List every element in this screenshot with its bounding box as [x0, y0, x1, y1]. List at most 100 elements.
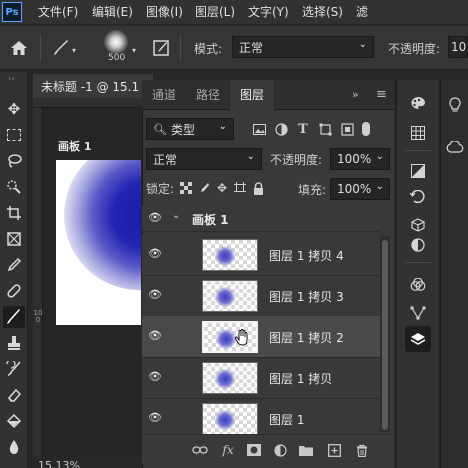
layer-row[interactable]: 👁︎ 图层 1 拷贝 4	[142, 234, 380, 276]
adjustment-filter-icon[interactable]	[272, 120, 290, 138]
layers-icon[interactable]	[405, 326, 431, 352]
lock-all-icon[interactable]	[250, 179, 266, 197]
chevron-down-icon[interactable]: ▾	[72, 46, 76, 55]
history-brush-tool-icon[interactable]	[3, 358, 25, 380]
properties-icon[interactable]	[405, 232, 431, 258]
artboard-label[interactable]: 画板 1	[58, 138, 91, 154]
document-tab[interactable]: 未标题 -1 @ 15.1	[33, 74, 153, 98]
layer-row[interactable]: 👁︎ 图层 1 拷贝	[142, 357, 380, 399]
lock-position-icon[interactable]: ✥	[214, 179, 230, 197]
smart-object-filter-icon[interactable]	[338, 120, 356, 138]
menu-file[interactable]: 文件(F)	[38, 0, 78, 24]
pixel-filter-icon[interactable]	[250, 120, 268, 138]
type-filter-icon[interactable]: T	[294, 120, 312, 138]
new-group-folder-icon[interactable]	[296, 441, 316, 459]
artboard-nesting-icon[interactable]	[232, 179, 248, 197]
menu-edit[interactable]: 编辑(E)	[92, 0, 133, 24]
layer-filter-select[interactable]: 🔍︎ 类型 ⌄	[146, 118, 234, 140]
menu-select[interactable]: 选择(S)	[302, 0, 343, 24]
creative-cloud-icon[interactable]	[442, 134, 468, 160]
artboard-group-row[interactable]: 👁︎ ⌄ 画板 1	[142, 206, 380, 232]
eyedropper-tool-icon[interactable]	[3, 254, 25, 276]
layer-name[interactable]: 图层 1	[269, 411, 304, 428]
layer-name[interactable]: 图层 1 拷贝 4	[269, 247, 344, 264]
menu-type[interactable]: 文字(Y)	[248, 0, 289, 24]
document-title: 未标题 -1 @ 15.1	[41, 79, 140, 94]
channels-icon[interactable]	[405, 272, 431, 298]
lightbulb-icon[interactable]	[442, 92, 468, 118]
layer-name[interactable]: 图层 1 拷贝 2	[269, 329, 344, 346]
frame-tool-icon[interactable]	[3, 228, 25, 250]
panel-collapse-button[interactable]: »	[352, 80, 359, 110]
tab-paths[interactable]: 路径	[186, 80, 230, 110]
marquee-tool-icon[interactable]	[3, 124, 25, 146]
layer-name[interactable]: 图层 1 拷贝	[269, 370, 332, 387]
layers-list: 👁︎ 图层 1 拷贝 4 👁︎ 图层 1 拷贝 3 👁︎ 图层 1 拷贝 2 👁…	[142, 234, 380, 440]
layer-blend-mode-select[interactable]: 正常 ⌄	[146, 148, 262, 170]
brush-settings-icon[interactable]	[150, 37, 172, 59]
home-icon[interactable]	[8, 37, 30, 59]
paths-icon[interactable]	[405, 300, 431, 326]
crop-tool-icon[interactable]	[3, 202, 25, 224]
menu-image[interactable]: 图像(I)	[146, 0, 183, 24]
menu-filter[interactable]: 滤	[356, 0, 368, 24]
blur-tool-icon[interactable]	[3, 436, 25, 458]
shape-filter-icon[interactable]	[316, 120, 334, 138]
link-layers-icon[interactable]	[190, 441, 210, 459]
layer-opacity-input[interactable]: 100% ⌄	[330, 148, 390, 170]
move-tool-icon[interactable]: ✥	[3, 98, 25, 120]
layer-row[interactable]: 👁︎ 图层 1 拷贝 3	[142, 275, 380, 317]
opacity-label: 不透明度:	[388, 42, 441, 56]
swatches-grid-icon[interactable]	[405, 120, 431, 146]
visibility-eye-icon[interactable]: 👁︎	[148, 411, 162, 425]
toolbar-collapse-icon[interactable]: ››	[8, 74, 14, 83]
brush-preset-preview[interactable]	[104, 30, 128, 54]
opacity-input[interactable]: 10	[448, 36, 468, 58]
visibility-eye-icon[interactable]: 👁︎	[148, 329, 162, 343]
delete-layer-icon[interactable]	[352, 441, 372, 459]
layers-panel-footer: fx	[142, 434, 394, 464]
tab-layers[interactable]: 图层	[230, 80, 274, 110]
filter-toggle[interactable]	[362, 122, 370, 136]
brush-tool-icon[interactable]	[3, 306, 25, 328]
visibility-eye-icon[interactable]: 👁︎	[148, 211, 162, 225]
adjustments-icon[interactable]	[405, 158, 431, 184]
fill-value: 100%	[337, 182, 372, 196]
eraser-tool-icon[interactable]	[3, 384, 25, 406]
history-icon[interactable]	[405, 184, 431, 210]
color-palette-icon[interactable]	[405, 90, 431, 116]
lock-transparent-pixels-icon[interactable]	[178, 179, 194, 197]
menu-bar: Ps 文件(F) 编辑(E) 图像(I) 图层(L) 文字(Y) 选择(S) 滤	[0, 0, 468, 24]
clone-stamp-tool-icon[interactable]	[3, 332, 25, 354]
adjustment-layer-icon[interactable]	[270, 441, 290, 459]
fx-icon[interactable]: fx	[218, 441, 238, 459]
paint-bucket-tool-icon[interactable]	[3, 410, 25, 432]
visibility-eye-icon[interactable]: 👁︎	[148, 370, 162, 384]
panel-menu-button[interactable]: ≡	[376, 80, 387, 110]
chevron-down-icon[interactable]: ▾	[132, 46, 136, 55]
brush-tool-icon[interactable]	[50, 37, 72, 59]
menu-layer[interactable]: 图层(L)	[195, 0, 235, 24]
add-mask-icon[interactable]	[244, 441, 264, 459]
visibility-eye-icon[interactable]: 👁︎	[148, 288, 162, 302]
tab-channels[interactable]: 通道	[142, 80, 186, 110]
layer-row[interactable]: 👁︎ 图层 1 拷贝 2	[142, 316, 380, 358]
lock-image-pixels-icon[interactable]	[196, 179, 212, 197]
new-layer-icon[interactable]	[324, 441, 344, 459]
painted-blue-blob	[64, 160, 141, 290]
artboard-canvas[interactable]	[56, 160, 141, 325]
layer-name[interactable]: 图层 1 拷贝 3	[269, 288, 344, 305]
quick-select-tool-icon[interactable]	[3, 176, 25, 198]
chevron-down-icon: ⌄	[358, 39, 367, 50]
layers-scrollbar-thumb[interactable]	[382, 240, 388, 430]
panel-dock-secondary	[440, 80, 468, 468]
blend-mode-value: 正常	[239, 40, 264, 55]
chevron-down-icon[interactable]: ⌄	[172, 210, 180, 221]
blend-mode-select[interactable]: 正常 ⌄	[232, 36, 374, 58]
visibility-eye-icon[interactable]: 👁︎	[148, 247, 162, 261]
fill-input[interactable]: 100% ⌄	[330, 178, 390, 200]
healing-brush-tool-icon[interactable]	[3, 280, 25, 302]
panel-tabs: 通道 路径 图层 » ≡	[142, 80, 394, 110]
lasso-tool-icon[interactable]	[3, 150, 25, 172]
thumbnail-blob	[216, 329, 236, 349]
